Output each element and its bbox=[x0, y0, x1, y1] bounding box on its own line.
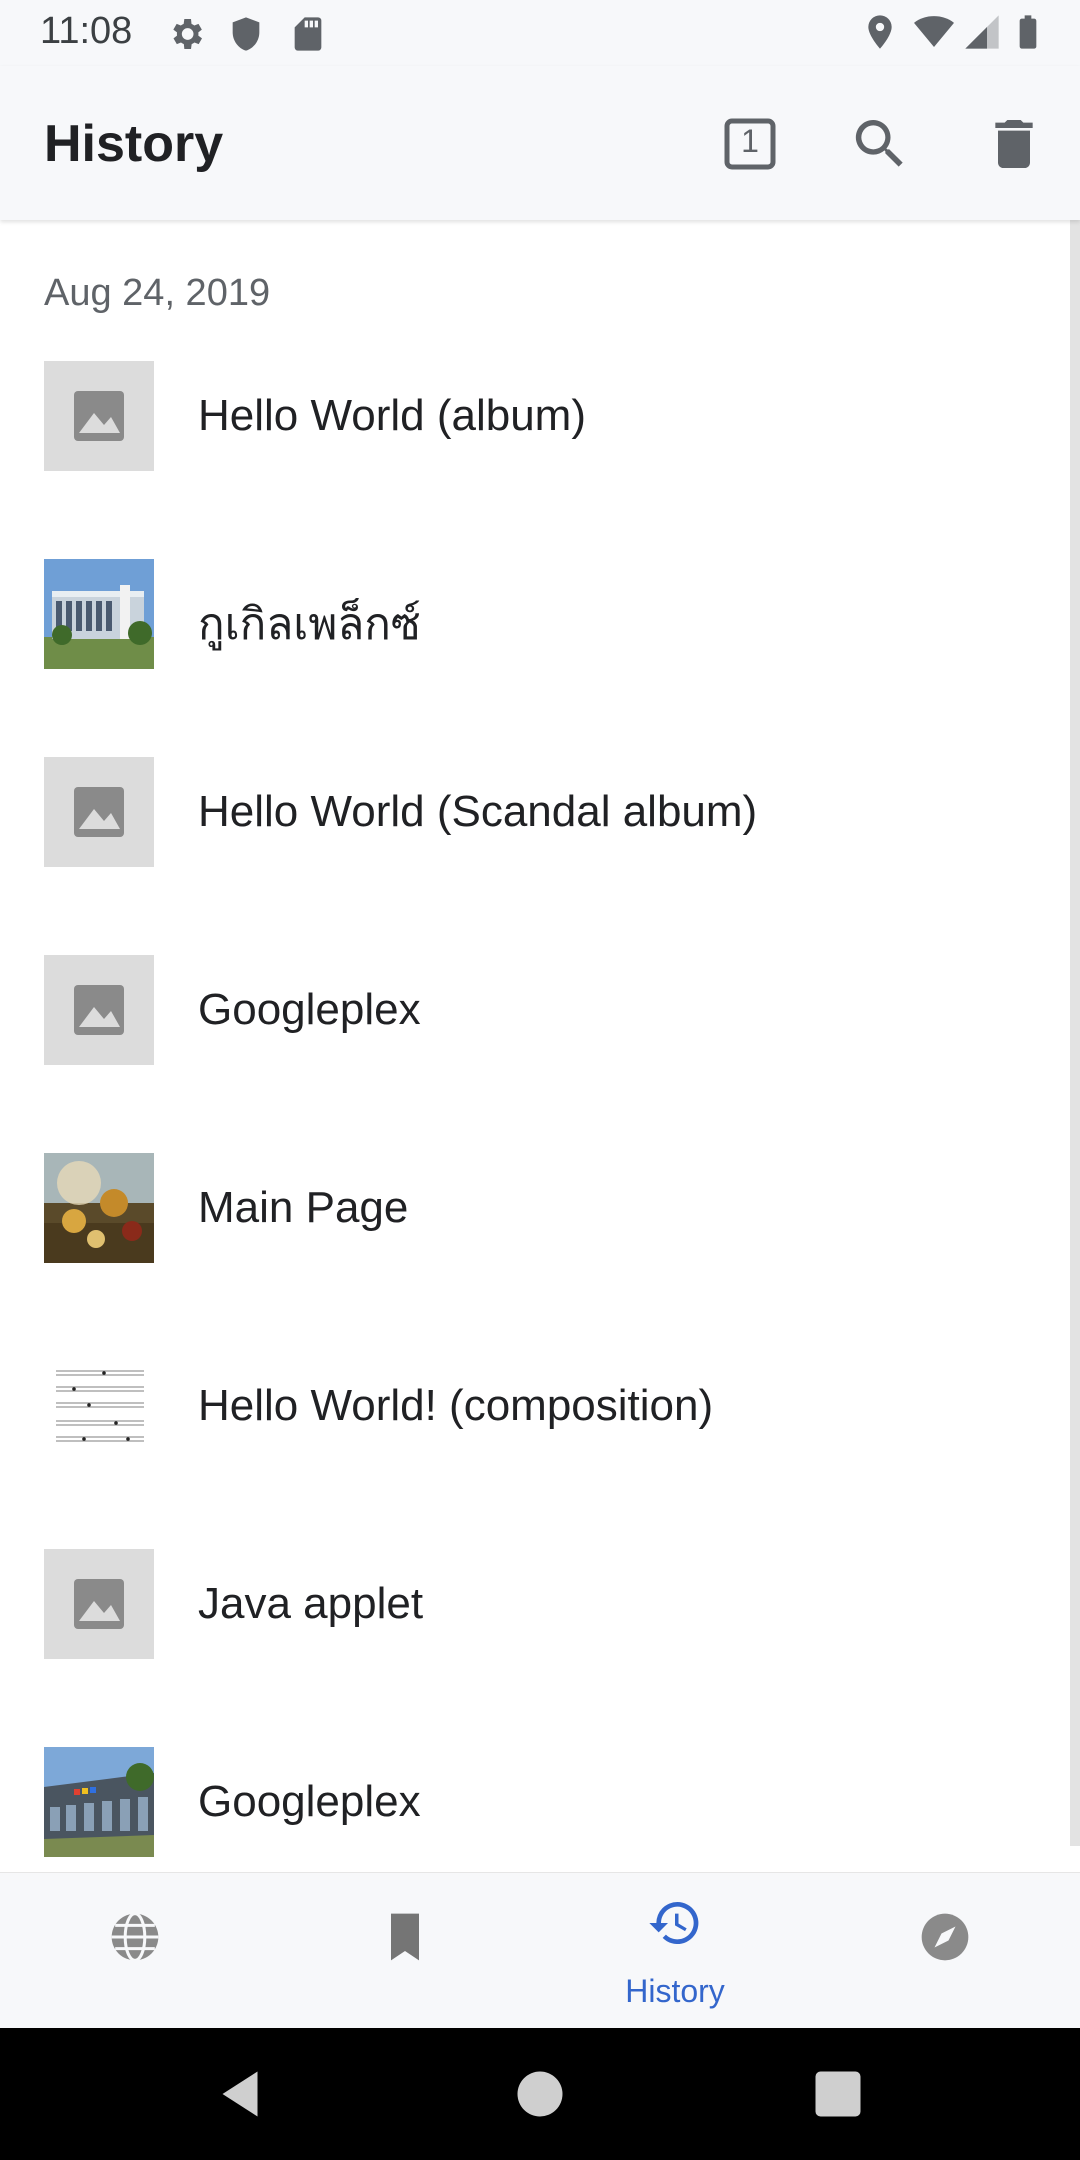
item-title: Main Page bbox=[198, 1183, 409, 1232]
list-item[interactable]: Main Page bbox=[0, 1153, 1060, 1351]
search-icon[interactable] bbox=[848, 112, 912, 176]
list-item[interactable]: Hello World! (composition) bbox=[0, 1351, 1060, 1549]
nav-history[interactable]: History bbox=[540, 1873, 810, 2029]
list-item[interactable]: Hello World (album) bbox=[0, 361, 1060, 559]
app-bar: History 1 bbox=[0, 66, 1080, 220]
tabs-counter-button[interactable]: 1 bbox=[718, 112, 782, 176]
location-icon bbox=[868, 15, 892, 49]
tabs-count: 1 bbox=[741, 123, 759, 159]
googleplex-photo bbox=[44, 1747, 154, 1857]
item-title: Java applet bbox=[198, 1579, 424, 1628]
bottom-navigation: History bbox=[0, 1872, 1080, 2029]
shield-icon bbox=[232, 17, 260, 51]
item-title: Googleplex bbox=[198, 985, 421, 1034]
page-title: History bbox=[44, 115, 224, 173]
list-item[interactable]: Googleplex bbox=[0, 1747, 1060, 1872]
placeholder-image-icon bbox=[44, 1549, 154, 1659]
item-title: Hello World (album) bbox=[198, 391, 586, 440]
recents-icon[interactable] bbox=[808, 2064, 868, 2124]
scrollbar[interactable] bbox=[1070, 220, 1080, 1846]
item-title: Googleplex bbox=[198, 1777, 421, 1826]
battery-icon bbox=[1019, 15, 1037, 49]
item-title: กูเกิลเพล็กซ์ bbox=[198, 600, 421, 649]
placeholder-image-icon bbox=[44, 757, 154, 867]
list-item[interactable]: Googleplex bbox=[0, 955, 1060, 1153]
nav-nearby[interactable] bbox=[810, 1873, 1080, 2029]
status-bar: 11:08 bbox=[0, 0, 1080, 66]
delete-icon[interactable] bbox=[982, 112, 1046, 176]
sd-card-icon bbox=[294, 17, 322, 51]
list-item[interactable]: Java applet bbox=[0, 1549, 1060, 1747]
globe-icon bbox=[111, 1912, 159, 1962]
history-icon bbox=[649, 1901, 699, 1944]
placeholder-image-icon bbox=[44, 361, 154, 471]
bookmark-icon bbox=[391, 1913, 419, 1961]
item-title: Hello World (Scandal album) bbox=[198, 787, 758, 836]
list-item[interactable]: กูเกิลเพล็กซ์ bbox=[0, 559, 1060, 757]
signal-icon bbox=[965, 15, 999, 49]
painting-photo bbox=[44, 1153, 154, 1263]
sheet-music-photo bbox=[44, 1351, 154, 1461]
item-title: Hello World! (composition) bbox=[198, 1381, 714, 1430]
history-list[interactable]: Aug 24, 2019 Hello World (album) กูเกิลเ… bbox=[0, 220, 1080, 1872]
nav-explore[interactable] bbox=[0, 1873, 270, 2029]
back-icon[interactable] bbox=[210, 2064, 270, 2124]
gear-icon bbox=[173, 19, 202, 49]
status-time: 11:08 bbox=[40, 10, 133, 52]
wifi-icon bbox=[914, 16, 954, 47]
date-header: Aug 24, 2019 bbox=[44, 272, 271, 314]
nav-history-label: History bbox=[625, 1973, 725, 2009]
placeholder-image-icon bbox=[44, 955, 154, 1065]
nav-bookmarks[interactable] bbox=[270, 1873, 540, 2029]
compass-icon bbox=[921, 1913, 969, 1961]
building-photo bbox=[44, 559, 154, 669]
list-item[interactable]: Hello World (Scandal album) bbox=[0, 757, 1060, 955]
system-navigation bbox=[0, 2028, 1080, 2160]
home-icon[interactable] bbox=[510, 2064, 570, 2124]
